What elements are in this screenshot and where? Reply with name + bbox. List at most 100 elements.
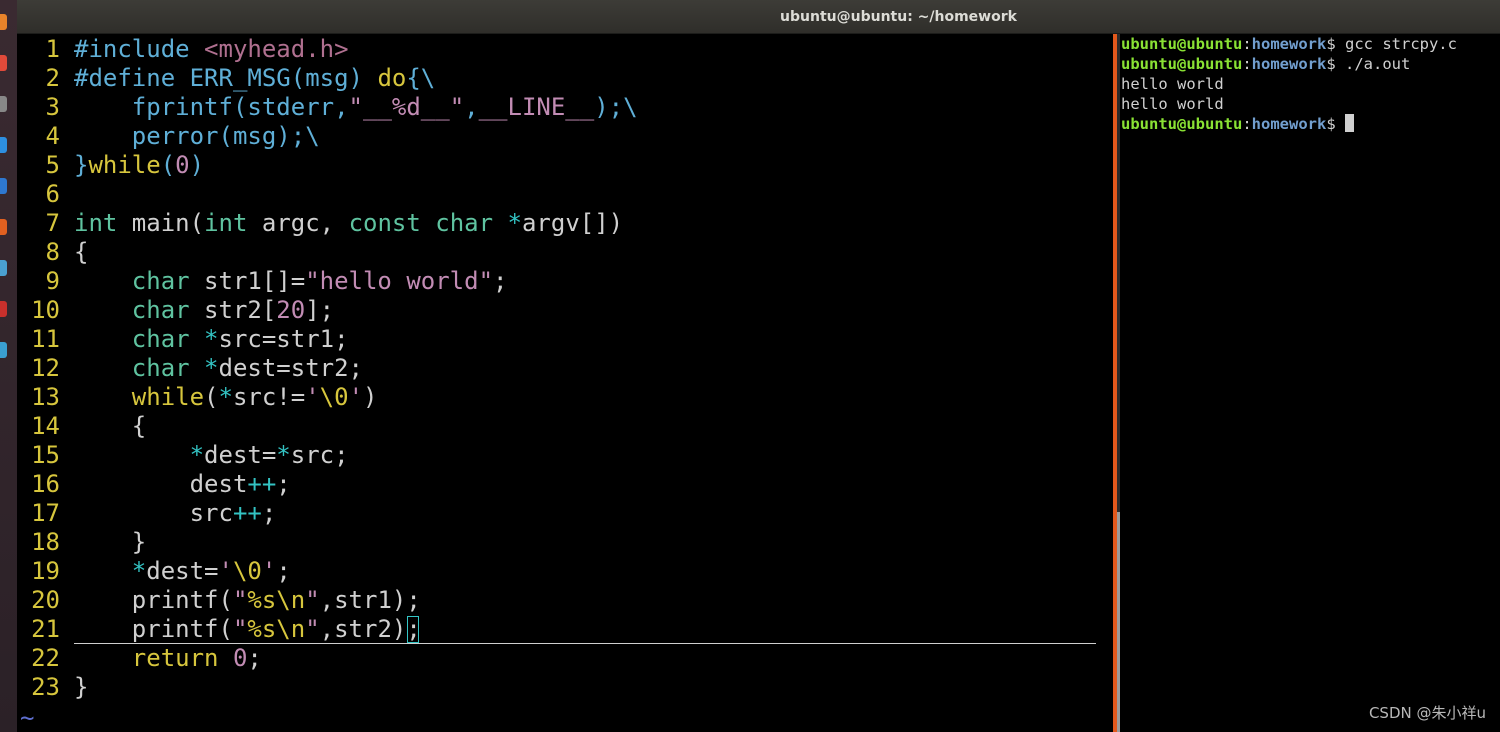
- code-line: 18 }: [17, 528, 1113, 557]
- prompt-colon: :: [1242, 115, 1252, 133]
- line-number: 16: [31, 470, 60, 498]
- code-token: %s\n: [247, 615, 306, 643]
- terminal-cursor: [1345, 114, 1354, 132]
- line-number: 22: [31, 644, 60, 672]
- app-icon-2[interactable]: [0, 55, 7, 71]
- app-icon-7[interactable]: [0, 260, 7, 276]
- code-token: char: [131, 296, 190, 324]
- code-line: 14 {: [17, 412, 1113, 441]
- code-token: ): [189, 151, 205, 179]
- line-number: 17: [31, 499, 60, 527]
- launcher-bar: [0, 0, 17, 732]
- line-number: 1: [45, 35, 60, 63]
- code-line: 9 char str1[]="hello world";: [17, 267, 1113, 296]
- prompt-colon: :: [1242, 55, 1252, 73]
- app-icon-1[interactable]: [0, 14, 7, 30]
- app-icon-5[interactable]: [0, 178, 7, 194]
- code-token: #include: [74, 35, 205, 63]
- prompt-colon: :: [1242, 35, 1252, 53]
- code-token: return: [131, 644, 219, 672]
- line-number: 13: [31, 383, 60, 411]
- line-number: 12: [31, 354, 60, 382]
- command-text: $ ./a.out: [1326, 55, 1411, 73]
- terminal-pane[interactable]: ubuntu@ubuntu:homework$ gcc strcpy.c ubun…: [1121, 34, 1500, 732]
- code-token: ++: [247, 470, 277, 498]
- code-token: {: [74, 238, 89, 266]
- line-code: printf("%s\n",str2);: [74, 615, 421, 644]
- terminal-icon[interactable]: [0, 301, 7, 317]
- settings-icon[interactable]: [0, 342, 7, 358]
- prompt-path: homework: [1251, 55, 1327, 73]
- code-token: );\: [594, 93, 638, 121]
- code-token: (: [160, 151, 176, 179]
- code-token: printf(: [74, 586, 233, 614]
- code-token: *: [276, 441, 291, 469]
- code-line: 12 char *dest=str2;: [17, 354, 1113, 383]
- code-token: "__%d__": [348, 93, 465, 121]
- code-token: src;: [290, 441, 349, 469]
- code-line: 8{: [17, 238, 1113, 267]
- terminal-line: ubuntu@ubuntu:homework$ ./a.out: [1121, 54, 1410, 74]
- line-code: }while(0): [74, 151, 204, 180]
- code-token: do: [377, 64, 407, 92]
- window-title: ubuntu@ubuntu: ~/homework: [780, 9, 1017, 25]
- prompt-user: ubuntu@ubuntu: [1121, 35, 1243, 53]
- line-number: 21: [31, 615, 60, 643]
- line-number: 20: [31, 586, 60, 614]
- line-code: *dest=*src;: [74, 441, 349, 470]
- app-icon-3[interactable]: [0, 96, 7, 112]
- scrollbar-thumb[interactable]: [1117, 512, 1120, 732]
- code-token: ,: [464, 93, 479, 121]
- code-token: <myhead.h>: [204, 35, 349, 63]
- code-line: 20 printf("%s\n",str1);: [17, 586, 1113, 615]
- code-token: char: [131, 267, 190, 295]
- code-line: 4 perror(msg);\: [17, 122, 1113, 151]
- code-token: src: [74, 499, 233, 527]
- line-code: return 0;: [74, 644, 262, 673]
- code-line: 21 printf("%s\n",str2);: [17, 615, 1113, 644]
- terminal-line: ubuntu@ubuntu:homework$ gcc strcpy.c: [1121, 34, 1457, 54]
- code-token: ": [232, 615, 248, 643]
- code-token: *: [131, 557, 147, 585]
- line-code: perror(msg);\: [74, 122, 320, 151]
- code-line: 15 *dest=*src;: [17, 441, 1113, 470]
- code-token: ': [348, 383, 364, 411]
- app-icon-6[interactable]: [0, 219, 7, 235]
- app-icon-4[interactable]: [0, 137, 7, 153]
- code-token: dest=str2;: [218, 354, 364, 382]
- code-token: *: [204, 354, 219, 382]
- line-code: char *src=str1;: [74, 325, 349, 354]
- line-number: 15: [31, 441, 60, 469]
- code-token: ,str1);: [319, 586, 421, 614]
- empty-line-marker: ~: [20, 704, 35, 732]
- line-code: int main(int argc, const char *argv[]): [74, 209, 623, 238]
- code-token: ): [363, 383, 378, 411]
- line-code: #include <myhead.h>: [74, 35, 349, 64]
- code-line: 22 return 0;: [17, 644, 1113, 673]
- code-token: \0: [232, 557, 262, 585]
- terminal-line: hello world: [1121, 75, 1224, 93]
- code-line: 16 dest++;: [17, 470, 1113, 499]
- code-token: {\: [406, 64, 436, 92]
- code-token: perror(msg);\: [74, 122, 320, 150]
- code-token: ;: [276, 557, 291, 585]
- line-number: 23: [31, 673, 60, 701]
- prompt-path: homework: [1251, 115, 1327, 133]
- code-token: 0: [175, 151, 190, 179]
- code-token: ;: [247, 644, 262, 672]
- code-token: ": [305, 586, 320, 614]
- code-token: dest=: [204, 441, 277, 469]
- code-line: 23}: [17, 673, 1113, 702]
- code-token: const char: [348, 209, 494, 237]
- vim-editor[interactable]: ~ 1 #include <myhead.h> 2 #define ERR_MSG(m…: [17, 34, 1113, 732]
- line-code: {: [74, 238, 88, 267]
- prompt-path: homework: [1251, 35, 1327, 53]
- code-token: *: [189, 441, 205, 469]
- line-code: *dest='\0';: [74, 557, 291, 586]
- line-number: 7: [45, 209, 60, 237]
